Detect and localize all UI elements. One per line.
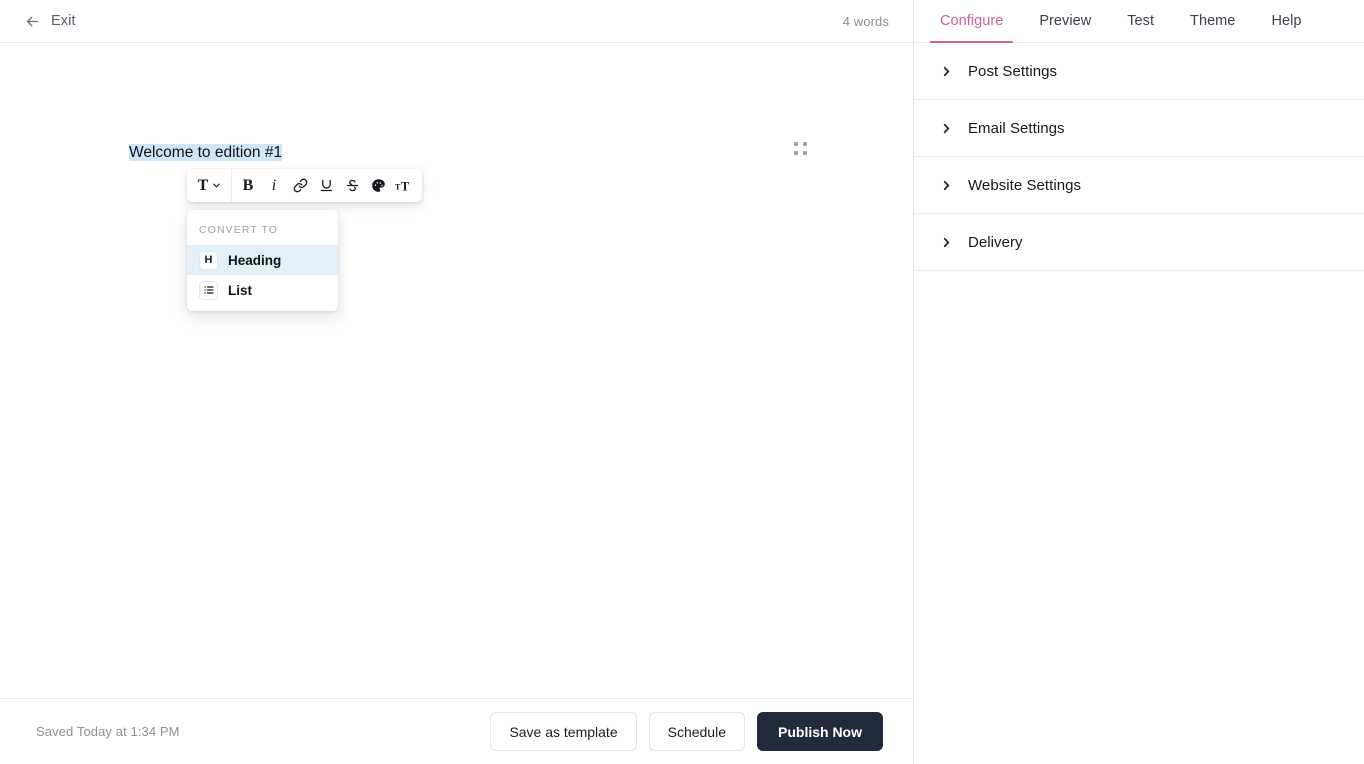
- editor-header: Exit 4 words: [0, 0, 913, 43]
- handle-dot: [803, 151, 807, 155]
- list-icon: [199, 280, 218, 300]
- link-icon: [293, 178, 308, 193]
- document-title-block[interactable]: Welcome to edition #1: [129, 141, 809, 165]
- accordion-label: Email Settings: [968, 119, 1065, 137]
- toolbar-group-style: T: [191, 169, 229, 202]
- bold-icon: B: [242, 176, 254, 194]
- editor-pane: Exit 4 words Welcome to edition #1 T B i…: [0, 0, 914, 764]
- editor-canvas[interactable]: Welcome to edition #1 T B i T T CONVERT …: [0, 43, 913, 697]
- document-title-text[interactable]: Welcome to edition #1: [129, 144, 283, 161]
- accordion-label: Website Settings: [968, 176, 1082, 194]
- underline-icon: [319, 178, 334, 193]
- exit-button[interactable]: Exit: [18, 9, 82, 34]
- link-button[interactable]: [287, 170, 313, 201]
- strikethrough-icon: [345, 178, 360, 193]
- accordion-label: Delivery: [968, 233, 1023, 251]
- settings-accordion: Post Settings Email Settings Website Set…: [914, 43, 1364, 271]
- toolbar-group-format: B i T T: [231, 169, 418, 202]
- tab-test[interactable]: Test: [1109, 0, 1172, 42]
- tab-theme[interactable]: Theme: [1172, 0, 1253, 42]
- exit-label: Exit: [51, 13, 76, 29]
- chevron-right-icon: [938, 120, 954, 136]
- tab-preview[interactable]: Preview: [1021, 0, 1109, 42]
- editor-footer: Saved Today at 1:34 PM Save as template …: [0, 698, 913, 764]
- config-tabs: Configure Preview Test Theme Help: [914, 0, 1364, 43]
- font-size-icon: T T: [395, 178, 414, 194]
- arrow-left-icon: [24, 13, 41, 30]
- svg-text:T: T: [395, 182, 401, 191]
- strikethrough-button[interactable]: [339, 170, 365, 201]
- publish-now-button[interactable]: Publish Now: [757, 712, 883, 751]
- convert-to-menu: CONVERT TO H Heading List: [187, 210, 338, 311]
- block-drag-handle-icon[interactable]: [793, 141, 809, 157]
- chevron-down-icon: [211, 180, 222, 191]
- newsletter-editor-app: Exit 4 words Welcome to edition #1 T B i…: [0, 0, 1364, 764]
- italic-button[interactable]: i: [261, 170, 287, 201]
- chevron-right-icon: [938, 234, 954, 250]
- chevron-right-icon: [938, 63, 954, 79]
- schedule-button[interactable]: Schedule: [648, 712, 745, 751]
- tab-configure[interactable]: Configure: [922, 0, 1021, 43]
- saved-status: Saved Today at 1:34 PM: [36, 724, 180, 739]
- font-size-button[interactable]: T T: [391, 170, 418, 201]
- bold-button[interactable]: B: [235, 170, 261, 201]
- save-as-template-button[interactable]: Save as template: [490, 712, 637, 751]
- accordion-website-settings[interactable]: Website Settings: [914, 157, 1364, 214]
- heading-icon: H: [199, 250, 218, 270]
- word-count: 4 words: [842, 13, 889, 29]
- accordion-delivery[interactable]: Delivery: [914, 214, 1364, 271]
- underline-button[interactable]: [313, 170, 339, 201]
- tab-help[interactable]: Help: [1253, 0, 1319, 42]
- accordion-post-settings[interactable]: Post Settings: [914, 43, 1364, 100]
- chevron-right-icon: [938, 177, 954, 193]
- accordion-email-settings[interactable]: Email Settings: [914, 100, 1364, 157]
- text-color-button[interactable]: [365, 170, 391, 201]
- text-style-label: T: [197, 176, 209, 194]
- italic-icon: i: [271, 176, 277, 194]
- color-palette-icon: [371, 178, 386, 193]
- formatting-toolbar: T B i T T: [187, 169, 422, 202]
- accordion-label: Post Settings: [968, 62, 1058, 80]
- config-pane: Configure Preview Test Theme Help Post S…: [914, 0, 1364, 764]
- convert-item-label: Heading: [228, 252, 282, 268]
- convert-to-menu-title: CONVERT TO: [199, 224, 279, 236]
- text-style-dropdown-button[interactable]: T: [191, 170, 229, 201]
- convert-item-label: List: [228, 282, 253, 298]
- convert-to-list-item[interactable]: List: [187, 275, 338, 305]
- handle-dot: [794, 151, 798, 155]
- svg-text:T: T: [401, 179, 410, 193]
- handle-dot: [803, 142, 807, 146]
- footer-actions: Save as template Schedule Publish Now: [490, 712, 883, 751]
- convert-to-heading-item[interactable]: H Heading: [187, 245, 338, 275]
- handle-dot: [794, 142, 798, 146]
